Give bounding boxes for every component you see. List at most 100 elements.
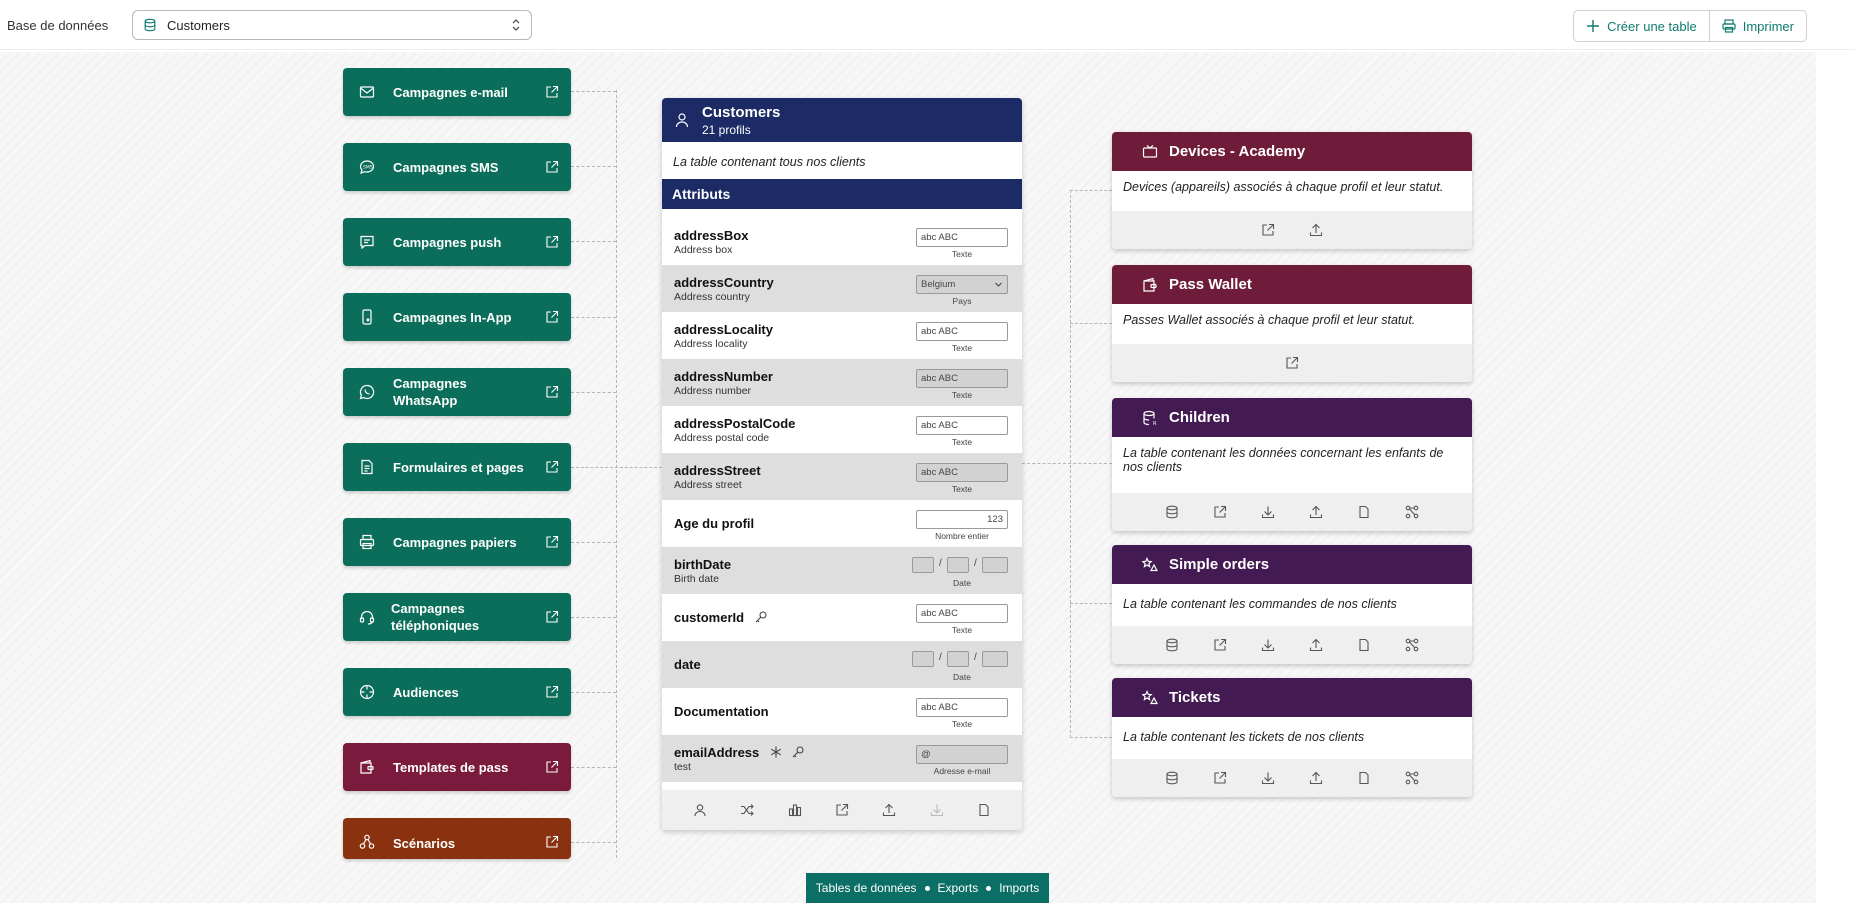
related-table-header[interactable]: Devices - Academy (1112, 132, 1472, 171)
file-icon[interactable] (1357, 638, 1371, 652)
database-icon[interactable] (1165, 505, 1179, 519)
related-table-header[interactable]: Pass Wallet (1112, 265, 1472, 304)
channel-scenarios[interactable]: Scénarios (343, 818, 571, 859)
channel-whatsapp-campaigns[interactable]: Campagnes WhatsApp (343, 368, 571, 416)
channel-push-campaigns[interactable]: Campagnes push (343, 218, 571, 266)
related-table-header[interactable]: R Children (1112, 398, 1472, 437)
table-card-header[interactable]: Customers 21 profils (662, 98, 1022, 142)
channel-pass-templates[interactable]: Templates de pass (343, 743, 571, 791)
country-select[interactable]: Belgium (916, 275, 1008, 294)
database-select[interactable]: Customers (132, 10, 532, 40)
external-link-icon[interactable] (545, 685, 559, 699)
upload-icon[interactable] (1309, 505, 1323, 519)
date-year-field[interactable] (982, 557, 1008, 573)
external-link-icon[interactable] (545, 760, 559, 774)
related-table-header[interactable]: Simple orders (1112, 545, 1472, 584)
chart-icon[interactable] (788, 803, 802, 817)
attribute-number-input[interactable]: 123 (916, 510, 1008, 529)
database-icon: R (1143, 410, 1157, 426)
date-month-field[interactable] (947, 557, 969, 573)
upload-icon[interactable] (1309, 771, 1323, 785)
channel-phone-campaigns[interactable]: Campagnes téléphoniques (343, 593, 571, 641)
shuffle-icon[interactable] (740, 803, 754, 817)
database-icon[interactable] (1165, 771, 1179, 785)
attribute-name: addressCountry (674, 275, 774, 290)
external-link-icon[interactable] (545, 460, 559, 474)
date-year-field[interactable] (982, 651, 1008, 667)
attribute-row-date[interactable]: date / / Date (662, 641, 1022, 688)
external-link-icon[interactable] (1285, 356, 1299, 370)
download-icon[interactable] (1261, 505, 1275, 519)
attribute-row-customerId[interactable]: customerId abc ABC Texte (662, 594, 1022, 641)
connector-line (571, 542, 616, 543)
attribute-text-input[interactable]: abc ABC (916, 322, 1008, 341)
date-input[interactable]: / / (912, 651, 1008, 667)
attribute-row-age[interactable]: Age du profil 123 Nombre entier (662, 500, 1022, 547)
table-profile-count: 21 profils (702, 123, 751, 137)
date-input[interactable]: / / (912, 557, 1008, 573)
external-link-icon[interactable] (1261, 223, 1275, 237)
attribute-row-addressLocality[interactable]: addressLocality Address locality abc ABC… (662, 312, 1022, 359)
channel-forms-pages[interactable]: Formulaires et pages (343, 443, 571, 491)
attribute-text-input[interactable]: abc ABC (916, 228, 1008, 247)
channel-inapp-campaigns[interactable]: Campagnes In-App (343, 293, 571, 341)
relations-icon[interactable] (1405, 638, 1419, 652)
file-icon[interactable] (1357, 505, 1371, 519)
external-link-icon[interactable] (1213, 771, 1227, 785)
date-month-field[interactable] (947, 651, 969, 667)
attribute-row-documentation[interactable]: Documentation abc ABC Texte (662, 688, 1022, 735)
external-link-icon[interactable] (545, 85, 559, 99)
relations-icon[interactable] (1405, 771, 1419, 785)
attribute-row-addressPostalCode[interactable]: addressPostalCode Address postal code ab… (662, 406, 1022, 453)
channel-paper-campaigns[interactable]: Campagnes papiers (343, 518, 571, 566)
attribute-row-emailAddress[interactable]: emailAddress test @ Adresse e-mail (662, 735, 1022, 782)
wallet-icon (1143, 277, 1157, 292)
attribute-email-input[interactable]: @ (916, 745, 1008, 764)
download-icon[interactable] (1261, 638, 1275, 652)
attribute-text-input[interactable]: abc ABC (916, 698, 1008, 717)
connector-line (616, 90, 617, 858)
attribute-text-input[interactable]: abc ABC (916, 604, 1008, 623)
external-link-icon[interactable] (545, 310, 559, 324)
attribute-row-addressStreet[interactable]: addressStreet Address street abc ABC Tex… (662, 453, 1022, 500)
attribute-row-addressBox[interactable]: addressBox Address box abc ABC Texte (662, 218, 1022, 265)
date-day-field[interactable] (912, 557, 934, 573)
user-icon (675, 113, 689, 128)
relations-icon[interactable] (1405, 505, 1419, 519)
file-icon[interactable] (1357, 771, 1371, 785)
date-day-field[interactable] (912, 651, 934, 667)
channel-label: Campagnes In-App (393, 309, 512, 325)
attribute-name: Age du profil (674, 516, 755, 531)
attribute-text-input[interactable]: abc ABC (916, 369, 1008, 388)
external-link-icon[interactable] (545, 535, 559, 549)
profile-icon[interactable] (693, 803, 707, 817)
attribute-text-input[interactable]: abc ABC (916, 416, 1008, 435)
upload-icon[interactable] (1309, 223, 1323, 237)
download-icon[interactable] (1261, 771, 1275, 785)
related-table-header[interactable]: Tickets (1112, 678, 1472, 717)
upload-icon[interactable] (882, 803, 896, 817)
attribute-row-addressCountry[interactable]: addressCountry Address country Belgium P… (662, 265, 1022, 312)
external-link-icon[interactable] (545, 235, 559, 249)
print-button[interactable]: Imprimer (1708, 11, 1806, 41)
external-link-icon[interactable] (545, 610, 559, 624)
attribute-text-input[interactable]: abc ABC (916, 463, 1008, 482)
external-link-icon[interactable] (1213, 505, 1227, 519)
shapes-icon (1142, 690, 1158, 705)
create-table-button[interactable]: Créer une table (1574, 11, 1709, 41)
external-link-icon[interactable] (545, 835, 559, 849)
channel-email-campaigns[interactable]: Campagnes e-mail (343, 68, 571, 116)
file-icon[interactable] (977, 803, 991, 817)
external-link-icon[interactable] (545, 160, 559, 174)
attribute-row-birthDate[interactable]: birthDate Birth date / / Date (662, 547, 1022, 594)
attribute-name: emailAddress (674, 745, 805, 760)
external-link-icon[interactable] (545, 385, 559, 399)
channel-audiences[interactable]: Audiences (343, 668, 571, 716)
upload-icon[interactable] (1309, 638, 1323, 652)
database-icon[interactable] (1165, 638, 1179, 652)
related-table-actions (1112, 759, 1472, 797)
attribute-row-addressNumber[interactable]: addressNumber Address number abc ABC Tex… (662, 359, 1022, 406)
external-link-icon[interactable] (835, 803, 849, 817)
channel-sms-campaigns[interactable]: SMS Campagnes SMS (343, 143, 571, 191)
external-link-icon[interactable] (1213, 638, 1227, 652)
